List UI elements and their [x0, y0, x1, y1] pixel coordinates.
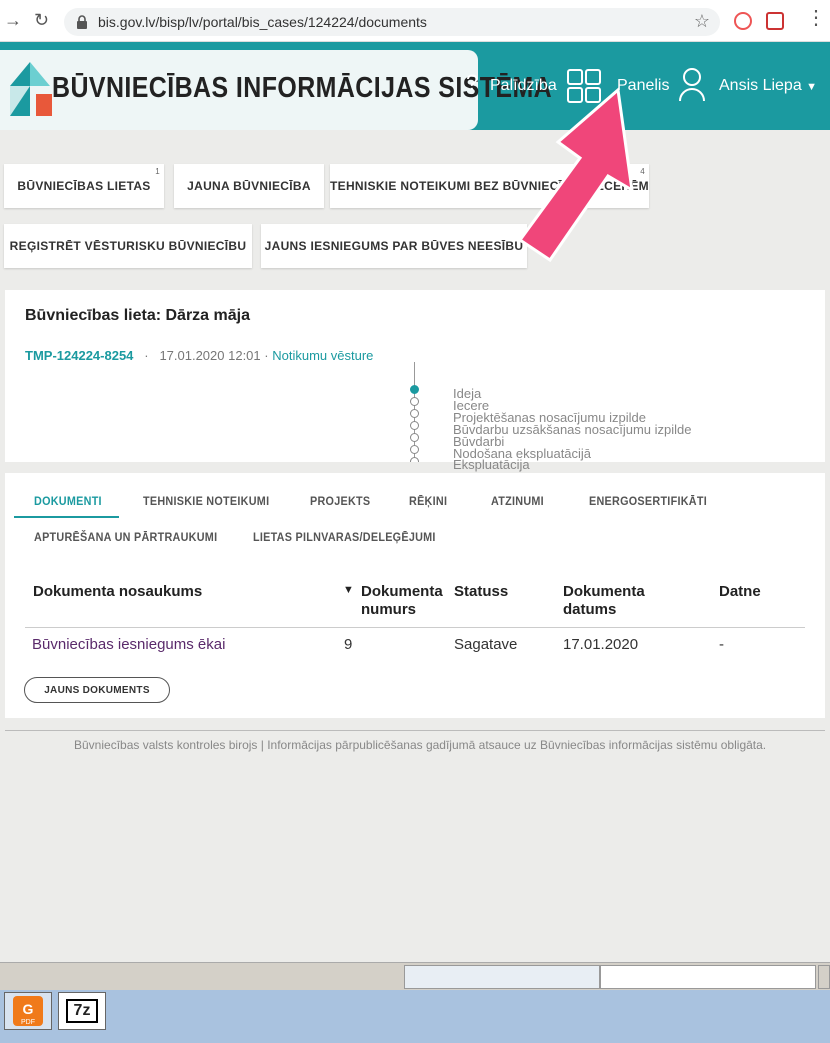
address-bar[interactable]: bis.gov.lv/bisp/lv/portal/bis_cases/1242… — [64, 8, 720, 36]
reload-icon[interactable]: ↻ — [34, 10, 49, 31]
stage-dot — [410, 409, 419, 418]
scrollbar-segment[interactable] — [600, 965, 816, 989]
tab-invoices[interactable]: RĒĶINI — [409, 494, 447, 508]
history-link[interactable]: Notikumu vēsture — [272, 348, 373, 363]
document-name-link[interactable]: Būvniecības iesniegums ēkai — [32, 636, 225, 653]
case-id[interactable]: TMP-124224-8254 — [25, 348, 133, 363]
tile-label: REĢISTRĒT VĒSTURISKU BŪVNIECĪBU — [9, 239, 247, 253]
case-datetime: 17.01.2020 12:01 — [159, 348, 261, 363]
column-header-status[interactable]: Statuss — [454, 583, 508, 601]
tile-construction-cases[interactable]: BŪVNIECĪBAS LIETAS 1 — [4, 164, 164, 208]
7zip-taskbar-button[interactable]: 7z — [58, 992, 106, 1030]
bookmark-star-icon[interactable]: ☆ — [694, 11, 710, 32]
tile-register-historic[interactable]: REĢISTRĒT VĒSTURISKU BŪVNIECĪBU — [4, 224, 252, 268]
tab-technical-rules[interactable]: TEHNISKIE NOTEIKUMI — [143, 494, 269, 508]
column-header-date[interactable]: Dokumenta datums — [563, 583, 645, 619]
column-header-file[interactable]: Datne — [719, 583, 761, 601]
foxit-pdf-taskbar-button[interactable]: G PDF — [4, 992, 52, 1030]
header-line: Dokumenta — [563, 583, 645, 600]
pocket-icon[interactable] — [766, 12, 784, 30]
scrollbar-thumb[interactable] — [818, 965, 830, 989]
url-text: bis.gov.lv/bisp/lv/portal/bis_cases/1242… — [98, 14, 427, 30]
back-arrow-icon[interactable]: → — [4, 10, 22, 31]
footer-text: Būvniecības valsts kontroles birojs | In… — [74, 738, 767, 752]
lock-icon — [77, 15, 87, 29]
user-icon[interactable] — [678, 67, 706, 103]
document-file: - — [719, 636, 724, 653]
case-meta: TMP-124224-8254 · 17.01.2020 12:01 · Not… — [25, 348, 373, 363]
horizontal-scrollbar[interactable] — [0, 962, 830, 990]
7zip-icon: 7z — [66, 999, 98, 1023]
user-menu[interactable]: Ansis Liepa ▼ — [719, 77, 817, 95]
document-status: Sagatave — [454, 636, 518, 653]
stage-dot — [410, 421, 419, 430]
chevron-down-icon: ▼ — [806, 81, 818, 93]
active-tab-underline — [14, 516, 119, 518]
tab-documents[interactable]: DOKUMENTI — [34, 494, 102, 508]
tile-new-construction[interactable]: JAUNA BŪVNIECĪBA — [174, 164, 324, 208]
user-name: Ansis Liepa — [719, 77, 802, 94]
extension-icon[interactable] — [734, 12, 752, 30]
table-header-divider — [25, 627, 805, 628]
svg-text:G: G — [23, 1001, 34, 1017]
sort-desc-icon[interactable]: ▼ — [343, 584, 354, 596]
browser-toolbar: → ↻ bis.gov.lv/bisp/lv/portal/bis_cases/… — [0, 0, 830, 42]
case-title: Būvniecības lieta: Dārza māja — [25, 307, 250, 324]
bis-logo-icon[interactable] — [6, 56, 54, 118]
site-header: BŪVNIECĪBAS INFORMĀCIJAS SISTĒMA ? Palīd… — [0, 42, 830, 130]
column-header-name[interactable]: Dokumenta nosaukums — [33, 583, 202, 601]
tile-label: JAUNS IESNIEGUMS PAR BŪVES NEESĪBU — [264, 239, 524, 253]
column-header-number[interactable]: Dokumenta numurs — [361, 583, 443, 619]
pdf-app-label: PDF — [21, 1019, 35, 1026]
tab-opinions[interactable]: ATZINUMI — [491, 494, 544, 508]
stage-dot — [410, 457, 419, 462]
tile-nonexistence-application[interactable]: JAUNS IESNIEGUMS PAR BŪVES NEESĪBU — [261, 224, 527, 268]
help-icon[interactable]: ? — [466, 70, 478, 96]
stage-label-last: Ekspluatācija — [453, 457, 530, 472]
taskbar: G PDF 7z — [0, 990, 830, 1043]
browser-menu-icon[interactable]: ⋮ — [806, 8, 826, 28]
annotation-arrow-icon — [517, 87, 634, 263]
title-panel: BŪVNIECĪBAS INFORMĀCIJAS SISTĒMA — [0, 50, 552, 130]
header-line: numurs — [361, 601, 417, 618]
tab-delegations[interactable]: LIETAS PILNVARAS/DELEĢĒJUMI — [253, 530, 436, 544]
tab-energy-certificates[interactable]: ENERGOSERTIFIKĀTI — [589, 494, 707, 508]
stage-dot-active — [410, 385, 419, 394]
document-number: 9 — [344, 636, 353, 653]
pdf-app-icon: G PDF — [13, 996, 43, 1026]
header-line: Dokumenta — [361, 583, 443, 600]
new-document-button[interactable]: JAUNS DOKUMENTS — [24, 677, 170, 703]
tile-label: BŪVNIECĪBAS LIETAS — [17, 179, 151, 193]
tab-suspension[interactable]: APTURĒŠANA UN PĀRTRAUKUMI — [34, 530, 217, 544]
footer-divider — [5, 730, 825, 731]
stage-dot — [410, 445, 419, 454]
stage-dot — [410, 433, 419, 442]
header-line: datums — [563, 601, 617, 618]
separator-dot: · — [137, 348, 156, 363]
tab-project[interactable]: PROJEKTS — [310, 494, 370, 508]
documents-card: DOKUMENTI TEHNISKIE NOTEIKUMI PROJEKTS R… — [5, 473, 825, 718]
document-date: 17.01.2020 — [563, 636, 639, 653]
stage-dot — [410, 397, 419, 406]
case-card: Būvniecības lieta: Dārza māja TMP-124224… — [5, 290, 825, 462]
tile-badge: 1 — [155, 167, 160, 176]
tile-label: JAUNA BŪVNIECĪBA — [187, 179, 311, 193]
scrollbar-segment[interactable] — [404, 965, 600, 989]
